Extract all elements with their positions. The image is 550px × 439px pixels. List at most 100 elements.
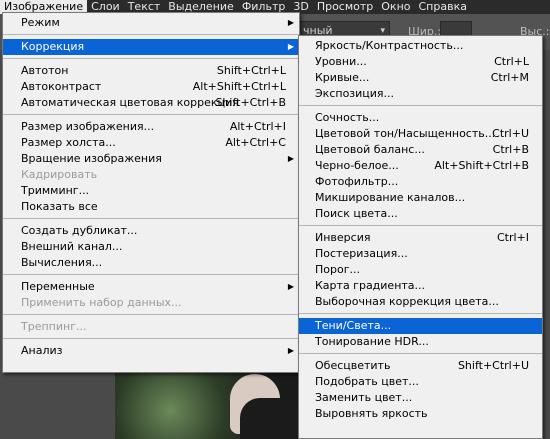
photo-figure-dress — [240, 398, 300, 439]
menu-item-shortcut: Ctrl+L — [494, 55, 529, 68]
submenu-arrow-icon: ▶ — [287, 18, 294, 27]
menu-item-invert[interactable]: Инверсия Ctrl+I — [299, 230, 542, 246]
menu-item-match-color[interactable]: Подобрать цвет... — [299, 374, 542, 390]
menu-item-label: Автоконтраст — [21, 80, 102, 93]
menu-view[interactable]: Просмотр — [313, 0, 377, 14]
menu-item-autocolor[interactable]: Автоматическая цветовая коррекция Shift+… — [3, 95, 299, 111]
menu-item-replace-color[interactable]: Заменить цвет... — [299, 390, 542, 406]
menu-item-label: Создать дубликат... — [21, 224, 138, 237]
menu-item-photo-filter[interactable]: Фотофильтр... — [299, 174, 542, 190]
separator — [3, 314, 299, 315]
menu-item-hue-saturation[interactable]: Цветовой тон/Насыщенность... Ctrl+U — [299, 126, 542, 142]
menu-item-label: Цветовой тон/Насыщенность... — [315, 127, 496, 140]
menu-item-desaturate[interactable]: Обесцветить Shift+Ctrl+U — [299, 358, 542, 374]
menu-item-shortcut: Ctrl+U — [492, 127, 529, 140]
menu-item-variables[interactable]: Переменные ▶ — [3, 279, 299, 295]
menu-item-label: Тонирование HDR... — [315, 335, 429, 348]
menu-item-shortcut: Shift+Ctrl+B — [215, 96, 286, 109]
menu-item-label: Цветовой баланс... — [315, 143, 425, 156]
submenu-arrow-icon: ▶ — [287, 154, 294, 163]
menu-item-duplicate[interactable]: Создать дубликат... — [3, 223, 299, 239]
menu-item-label: Анализ — [21, 344, 63, 357]
menu-item-channel-mixer[interactable]: Микширование каналов... — [299, 190, 542, 206]
menu-item-autocontrast[interactable]: Автоконтраст Alt+Shift+Ctrl+L — [3, 79, 299, 95]
menu-item-analysis[interactable]: Анализ ▶ — [3, 343, 299, 359]
menu-item-adjustments[interactable]: Коррекция ▶ — [3, 39, 299, 55]
menu-item-label: Размер холста... — [21, 136, 116, 149]
menu-window[interactable]: Окно — [377, 0, 414, 14]
menu-item-apply-dataset: Применить набор данных... — [3, 295, 299, 311]
menu-item-label: Показать все — [21, 200, 98, 213]
menu-item-gradient-map[interactable]: Карта градиента... — [299, 278, 542, 294]
menu-item-label: Заменить цвет... — [315, 391, 413, 404]
image-menu: Режим ▶ Коррекция ▶ Автотон Shift+Ctrl+L… — [2, 12, 300, 373]
menu-item-trim[interactable]: Тримминг... — [3, 183, 299, 199]
menu-item-label: Выровнять яркость — [315, 407, 428, 420]
menu-item-label: Инверсия — [315, 231, 371, 244]
menu-item-autotone[interactable]: Автотон Shift+Ctrl+L — [3, 63, 299, 79]
menu-item-levels[interactable]: Уровни... Ctrl+L — [299, 54, 542, 70]
menu-item-exposure[interactable]: Экспозиция... — [299, 86, 542, 102]
separator — [299, 105, 542, 106]
menu-item-label: Выборочная коррекция цвета... — [315, 295, 499, 308]
menu-item-label: Вычисления... — [21, 256, 103, 269]
menu-item-label: Экспозиция... — [315, 87, 395, 100]
menu-item-image-size[interactable]: Размер изображения... Alt+Ctrl+I — [3, 119, 299, 135]
separator — [3, 274, 299, 275]
menu-item-label: Вращение изображения — [21, 152, 162, 165]
submenu-arrow-icon: ▶ — [287, 346, 294, 355]
menu-item-label: Внешний канал... — [21, 240, 123, 253]
menu-item-apply-image[interactable]: Внешний канал... — [3, 239, 299, 255]
menu-item-equalize[interactable]: Выровнять яркость — [299, 406, 542, 422]
menu-item-black-white[interactable]: Черно-белое... Alt+Shift+Ctrl+B — [299, 158, 542, 174]
menu-item-threshold[interactable]: Порог... — [299, 262, 542, 278]
separator — [3, 58, 299, 59]
separator — [299, 353, 542, 354]
menu-item-color-lookup[interactable]: Поиск цвета... — [299, 206, 542, 222]
menu-item-canvas-size[interactable]: Размер холста... Alt+Ctrl+C — [3, 135, 299, 151]
menu-item-label: Порог... — [315, 263, 360, 276]
menu-item-label: Яркость/Контрастность... — [315, 39, 464, 52]
menu-item-shortcut: Ctrl+M — [490, 71, 529, 84]
menu-item-shortcut: Alt+Shift+Ctrl+L — [192, 80, 286, 93]
submenu-arrow-icon: ▶ — [287, 282, 294, 291]
menu-item-curves[interactable]: Кривые... Ctrl+M — [299, 70, 542, 86]
menu-item-label: Автотон — [21, 64, 69, 77]
menu-item-selective-color[interactable]: Выборочная коррекция цвета... — [299, 294, 542, 310]
adjustments-submenu: Яркость/Контрастность... Уровни... Ctrl+… — [298, 35, 543, 439]
menu-item-color-balance[interactable]: Цветовой баланс... Ctrl+B — [299, 142, 542, 158]
separator — [3, 338, 299, 339]
separator — [299, 313, 542, 314]
menu-item-brightness-contrast[interactable]: Яркость/Контрастность... — [299, 38, 542, 54]
menu-item-hdr-toning[interactable]: Тонирование HDR... — [299, 334, 542, 350]
submenu-arrow-icon: ▶ — [287, 42, 294, 51]
menu-item-rotation[interactable]: Вращение изображения ▶ — [3, 151, 299, 167]
menu-item-posterize[interactable]: Постеризация... — [299, 246, 542, 262]
menu-item-shortcut: Shift+Ctrl+U — [457, 359, 529, 372]
menu-help[interactable]: Справка — [415, 0, 471, 14]
menu-item-vibrance[interactable]: Сочность... — [299, 110, 542, 126]
menu-item-reveal-all[interactable]: Показать все — [3, 199, 299, 215]
menu-item-label: Режим — [21, 16, 60, 29]
menu-item-shortcut: Alt+Shift+Ctrl+B — [434, 159, 529, 172]
menu-item-calculations[interactable]: Вычисления... — [3, 255, 299, 271]
menu-item-label: Переменные — [21, 280, 95, 293]
menu-item-shortcut: Alt+Ctrl+C — [225, 136, 286, 149]
menu-item-label: Поиск цвета... — [315, 207, 398, 220]
menu-item-label: Кривые... — [315, 71, 370, 84]
separator — [3, 218, 299, 219]
menu-item-label: Микширование каналов... — [315, 191, 466, 204]
menu-item-label: Обесцветить — [315, 359, 391, 372]
menu-item-label: Автоматическая цветовая коррекция — [21, 96, 239, 109]
menu-item-label: Тримминг... — [21, 184, 90, 197]
separator — [3, 114, 299, 115]
menu-item-label: Сочность... — [315, 111, 380, 124]
menu-item-mode[interactable]: Режим ▶ — [3, 15, 299, 31]
menu-item-shortcut: Alt+Ctrl+I — [229, 120, 286, 133]
menu-item-label: Коррекция — [21, 40, 85, 53]
menu-item-label: Карта градиента... — [315, 279, 426, 292]
menu-item-label: Размер изображения... — [21, 120, 155, 133]
menu-item-label: Тени/Света... — [315, 319, 392, 332]
menu-item-shortcut: Shift+Ctrl+L — [216, 64, 286, 77]
menu-item-shadows-highlights[interactable]: Тени/Света... — [299, 318, 542, 334]
